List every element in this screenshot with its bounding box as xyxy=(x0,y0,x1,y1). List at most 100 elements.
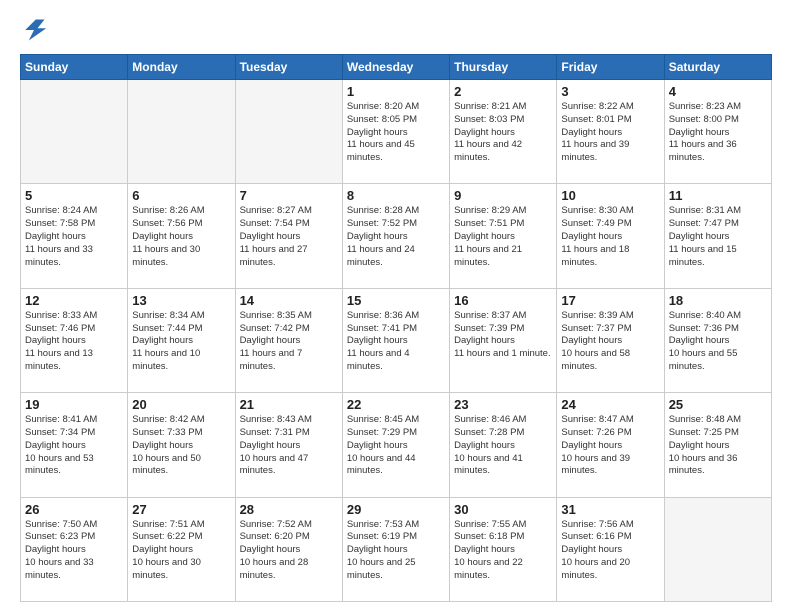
day-info: Sunrise: 8:22 AMSunset: 8:01 PMDaylight … xyxy=(561,101,659,165)
calendar-cell: 6Sunrise: 8:26 AMSunset: 7:56 PMDaylight… xyxy=(128,184,235,288)
calendar-cell: 26 Sunrise: 7:50 AMSunset: 6:23 PMDayligh… xyxy=(21,497,128,601)
logo xyxy=(20,16,52,44)
day-number: 15 xyxy=(347,293,445,308)
weekday-header-thursday: Thursday xyxy=(450,55,557,80)
calendar-cell: 1Sunrise: 8:20 AMSunset: 8:05 PMDaylight… xyxy=(342,80,449,184)
day-number: 17 xyxy=(561,293,659,308)
week-row-3: 12Sunrise: 8:33 AMSunset: 7:46 PMDayligh… xyxy=(21,288,772,392)
day-info: Sunrise: 8:42 AMSunset: 7:33 PMDaylight … xyxy=(132,414,230,478)
calendar-cell: 30 Sunrise: 7:55 AMSunset: 6:18 PMDayligh… xyxy=(450,497,557,601)
calendar-cell: 25 Sunrise: 8:48 AMSunset: 7:25 PMDayligh… xyxy=(664,393,771,497)
day-info: Sunrise: 8:34 AMSunset: 7:44 PMDaylight … xyxy=(132,310,230,374)
calendar-cell: 17 Sunrise: 8:39 AMSunset: 7:37 PMDayligh… xyxy=(557,288,664,392)
calendar-cell: 28Sunrise: 7:52 AMSunset: 6:20 PMDayligh… xyxy=(235,497,342,601)
day-number: 30 xyxy=(454,502,552,517)
day-number: 23 xyxy=(454,397,552,412)
day-number: 9 xyxy=(454,188,552,203)
day-info: Sunrise: 8:31 AMSunset: 7:47 PMDaylight … xyxy=(669,205,767,269)
day-number: 7 xyxy=(240,188,338,203)
calendar: SundayMondayTuesdayWednesdayThursdayFrid… xyxy=(20,54,772,602)
day-info: Sunrise: 7:51 AMSunset: 6:22 PMDaylight … xyxy=(132,519,230,583)
day-number: 1 xyxy=(347,84,445,99)
day-number: 27 xyxy=(132,502,230,517)
calendar-cell xyxy=(21,80,128,184)
day-info: Sunrise: 8:43 AMSunset: 7:31 PMDaylight … xyxy=(240,414,338,478)
weekday-header-wednesday: Wednesday xyxy=(342,55,449,80)
calendar-cell: 13 Sunrise: 8:34 AMSunset: 7:44 PMDayligh… xyxy=(128,288,235,392)
day-number: 28 xyxy=(240,502,338,517)
weekday-header-friday: Friday xyxy=(557,55,664,80)
day-info: Sunrise: 8:41 AMSunset: 7:34 PMDaylight … xyxy=(25,414,123,478)
calendar-cell: 27 Sunrise: 7:51 AMSunset: 6:22 PMDayligh… xyxy=(128,497,235,601)
day-info: Sunrise: 7:50 AMSunset: 6:23 PMDaylight … xyxy=(25,519,123,583)
day-number: 10 xyxy=(561,188,659,203)
calendar-cell: 16Sunrise: 8:37 AMSunset: 7:39 PMDayligh… xyxy=(450,288,557,392)
calendar-cell: 21 Sunrise: 8:43 AMSunset: 7:31 PMDayligh… xyxy=(235,393,342,497)
day-info: Sunrise: 7:56 AMSunset: 6:16 PMDaylight … xyxy=(561,519,659,583)
day-info: Sunrise: 7:55 AMSunset: 6:18 PMDaylight … xyxy=(454,519,552,583)
day-info: Sunrise: 8:26 AMSunset: 7:56 PMDaylight … xyxy=(132,205,230,269)
day-info: Sunrise: 8:30 AMSunset: 7:49 PMDaylight … xyxy=(561,205,659,269)
calendar-cell: 19 Sunrise: 8:41 AMSunset: 7:34 PMDayligh… xyxy=(21,393,128,497)
calendar-cell: 11 Sunrise: 8:31 AMSunset: 7:47 PMDayligh… xyxy=(664,184,771,288)
calendar-cell: 23 Sunrise: 8:46 AMSunset: 7:28 PMDayligh… xyxy=(450,393,557,497)
weekday-header-tuesday: Tuesday xyxy=(235,55,342,80)
calendar-cell xyxy=(664,497,771,601)
calendar-cell: 29 Sunrise: 7:53 AMSunset: 6:19 PMDayligh… xyxy=(342,497,449,601)
week-row-1: 1Sunrise: 8:20 AMSunset: 8:05 PMDaylight… xyxy=(21,80,772,184)
day-number: 12 xyxy=(25,293,123,308)
day-number: 24 xyxy=(561,397,659,412)
day-info: Sunrise: 8:29 AMSunset: 7:51 PMDaylight … xyxy=(454,205,552,269)
day-number: 31 xyxy=(561,502,659,517)
day-number: 8 xyxy=(347,188,445,203)
day-info: Sunrise: 8:23 AMSunset: 8:00 PMDaylight … xyxy=(669,101,767,165)
day-info: Sunrise: 8:24 AMSunset: 7:58 PMDaylight … xyxy=(25,205,123,269)
week-row-5: 26 Sunrise: 7:50 AMSunset: 6:23 PMDayligh… xyxy=(21,497,772,601)
day-info: Sunrise: 7:53 AMSunset: 6:19 PMDaylight … xyxy=(347,519,445,583)
week-row-2: 5 Sunrise: 8:24 AMSunset: 7:58 PMDaylight… xyxy=(21,184,772,288)
day-number: 2 xyxy=(454,84,552,99)
day-info: Sunrise: 8:39 AMSunset: 7:37 PMDaylight … xyxy=(561,310,659,374)
logo-icon xyxy=(20,16,48,44)
calendar-cell: 24 Sunrise: 8:47 AMSunset: 7:26 PMDayligh… xyxy=(557,393,664,497)
day-info: Sunrise: 8:28 AMSunset: 7:52 PMDaylight … xyxy=(347,205,445,269)
day-number: 20 xyxy=(132,397,230,412)
header xyxy=(20,16,772,44)
weekday-header-monday: Monday xyxy=(128,55,235,80)
weekday-header-row: SundayMondayTuesdayWednesdayThursdayFrid… xyxy=(21,55,772,80)
weekday-header-saturday: Saturday xyxy=(664,55,771,80)
day-number: 13 xyxy=(132,293,230,308)
day-number: 29 xyxy=(347,502,445,517)
day-number: 25 xyxy=(669,397,767,412)
calendar-cell: 8 Sunrise: 8:28 AMSunset: 7:52 PMDaylight… xyxy=(342,184,449,288)
day-info: Sunrise: 8:21 AMSunset: 8:03 PMDaylight … xyxy=(454,101,552,165)
calendar-cell: 20 Sunrise: 8:42 AMSunset: 7:33 PMDayligh… xyxy=(128,393,235,497)
day-number: 19 xyxy=(25,397,123,412)
day-number: 4 xyxy=(669,84,767,99)
calendar-cell: 18 Sunrise: 8:40 AMSunset: 7:36 PMDayligh… xyxy=(664,288,771,392)
weekday-header-sunday: Sunday xyxy=(21,55,128,80)
calendar-cell: 10 Sunrise: 8:30 AMSunset: 7:49 PMDayligh… xyxy=(557,184,664,288)
calendar-cell xyxy=(128,80,235,184)
day-number: 11 xyxy=(669,188,767,203)
calendar-cell: 3Sunrise: 8:22 AMSunset: 8:01 PMDaylight… xyxy=(557,80,664,184)
day-info: Sunrise: 8:48 AMSunset: 7:25 PMDaylight … xyxy=(669,414,767,478)
calendar-cell: 12Sunrise: 8:33 AMSunset: 7:46 PMDayligh… xyxy=(21,288,128,392)
day-info: Sunrise: 8:35 AMSunset: 7:42 PMDaylight … xyxy=(240,310,338,374)
day-number: 21 xyxy=(240,397,338,412)
calendar-cell: 14Sunrise: 8:35 AMSunset: 7:42 PMDayligh… xyxy=(235,288,342,392)
day-number: 18 xyxy=(669,293,767,308)
day-info: Sunrise: 8:45 AMSunset: 7:29 PMDaylight … xyxy=(347,414,445,478)
day-info: Sunrise: 8:46 AMSunset: 7:28 PMDaylight … xyxy=(454,414,552,478)
day-info: Sunrise: 8:47 AMSunset: 7:26 PMDaylight … xyxy=(561,414,659,478)
calendar-cell: 15Sunrise: 8:36 AMSunset: 7:41 PMDayligh… xyxy=(342,288,449,392)
calendar-cell: 4 Sunrise: 8:23 AMSunset: 8:00 PMDaylight… xyxy=(664,80,771,184)
calendar-cell: 5 Sunrise: 8:24 AMSunset: 7:58 PMDaylight… xyxy=(21,184,128,288)
day-info: Sunrise: 8:27 AMSunset: 7:54 PMDaylight … xyxy=(240,205,338,269)
day-info: Sunrise: 8:40 AMSunset: 7:36 PMDaylight … xyxy=(669,310,767,374)
page: SundayMondayTuesdayWednesdayThursdayFrid… xyxy=(0,0,792,612)
day-number: 22 xyxy=(347,397,445,412)
day-number: 5 xyxy=(25,188,123,203)
day-number: 26 xyxy=(25,502,123,517)
day-info: Sunrise: 8:37 AMSunset: 7:39 PMDaylight … xyxy=(454,310,552,361)
